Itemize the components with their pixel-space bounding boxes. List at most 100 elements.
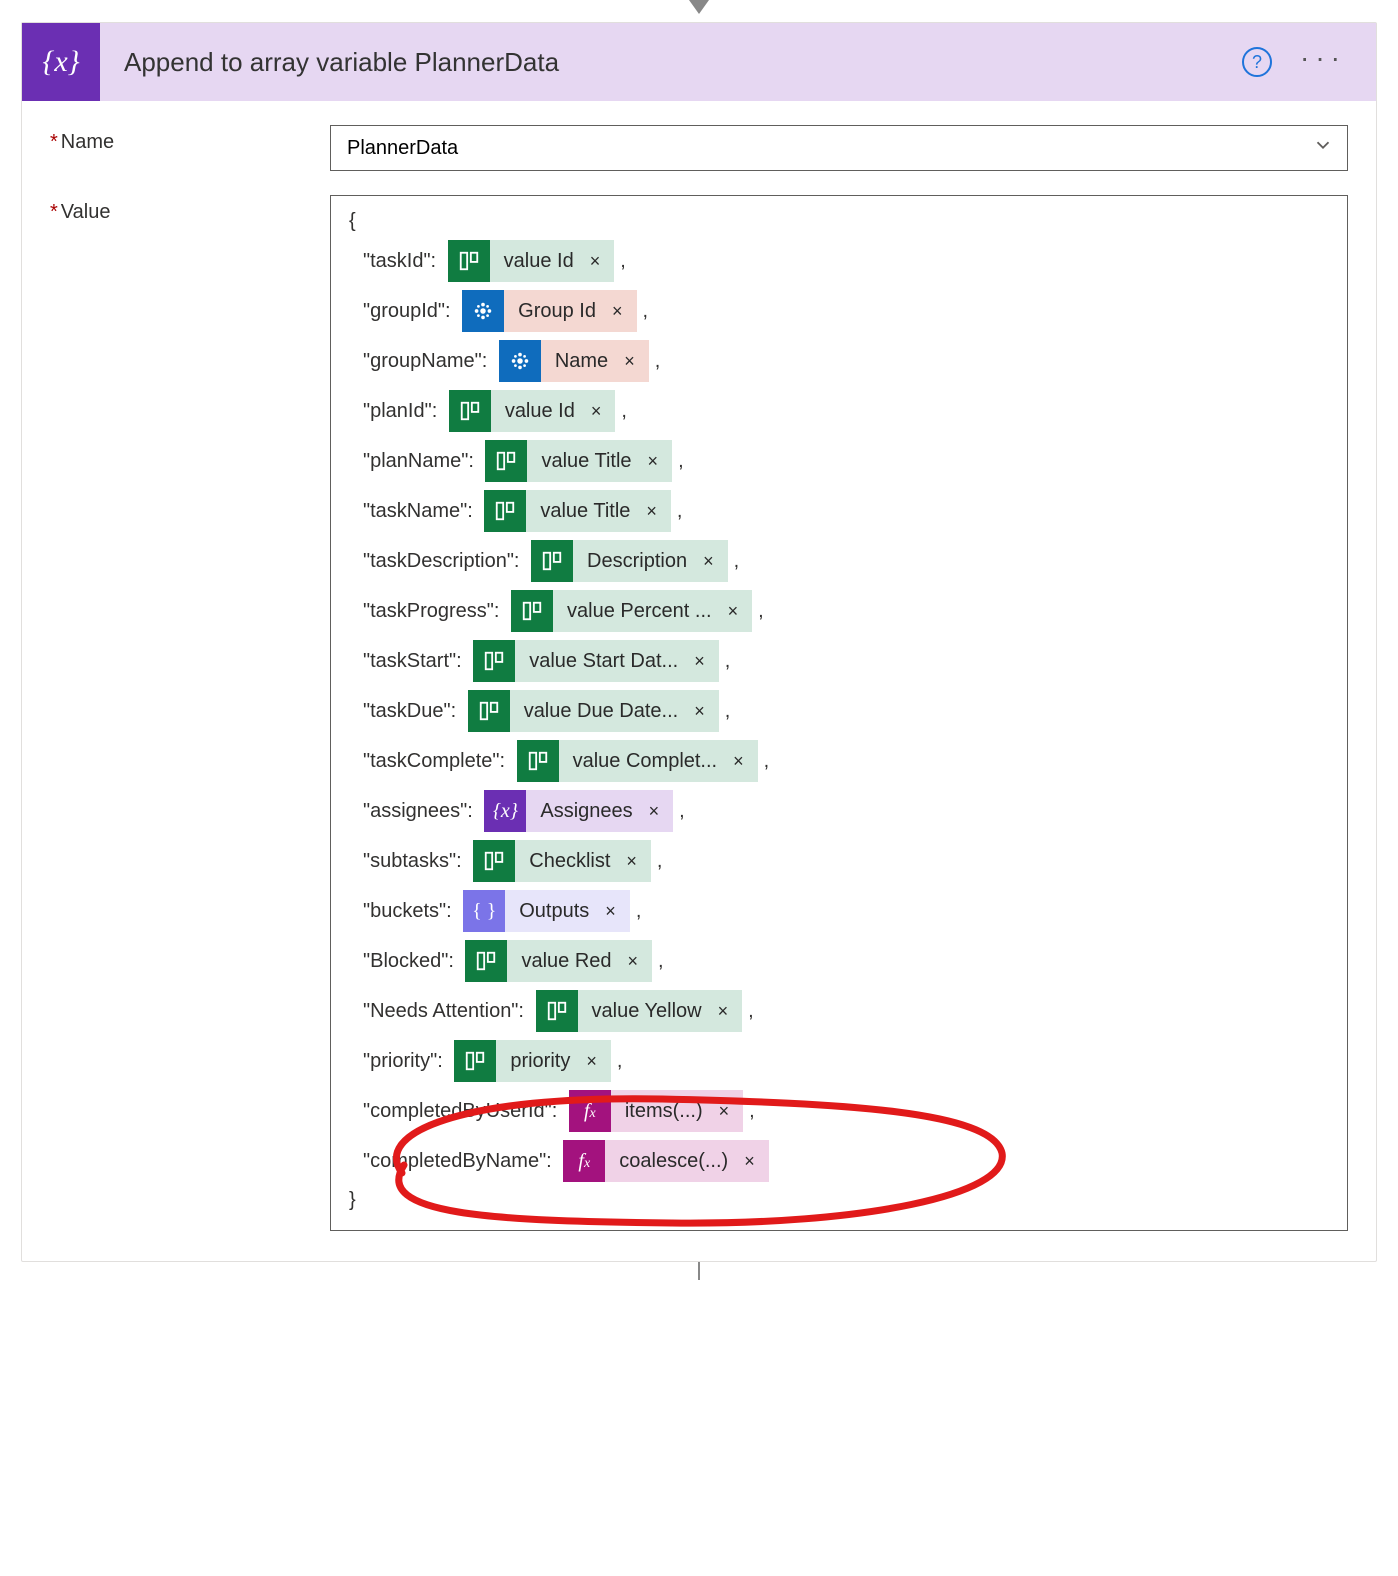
json-comma: , bbox=[658, 950, 664, 973]
json-key: "taskComplete": bbox=[363, 750, 511, 773]
planner-icon bbox=[484, 490, 526, 532]
groups-icon bbox=[462, 290, 504, 332]
json-key: "buckets": bbox=[363, 900, 457, 923]
brace-close: } bbox=[349, 1189, 1329, 1212]
variable-icon-label: {x} bbox=[42, 45, 79, 79]
planner-icon bbox=[473, 840, 515, 882]
json-comma: , bbox=[679, 800, 685, 823]
json-key: "taskStart": bbox=[363, 650, 467, 673]
token-remove-icon[interactable]: × bbox=[622, 340, 649, 382]
token-label: value Yellow bbox=[578, 990, 716, 1032]
token-label: value Percent ... bbox=[553, 590, 726, 632]
json-row: "groupName": Name×, bbox=[349, 339, 1329, 383]
json-key: "taskDue": bbox=[363, 700, 462, 723]
groups-icon bbox=[499, 340, 541, 382]
token-label: value Title bbox=[527, 440, 645, 482]
json-key: "completedByUserId": bbox=[363, 1100, 563, 1123]
dynamic-content-token[interactable]: priority× bbox=[454, 1040, 611, 1082]
card-header[interactable]: {x} Append to array variable PlannerData… bbox=[22, 23, 1376, 101]
dynamic-content-token[interactable]: Description× bbox=[531, 540, 728, 582]
json-key: "Blocked": bbox=[363, 950, 459, 973]
json-key: "taskName": bbox=[363, 500, 478, 523]
name-input[interactable] bbox=[330, 125, 1348, 171]
token-remove-icon[interactable]: × bbox=[624, 840, 651, 882]
outputs-icon: { } bbox=[463, 890, 505, 932]
json-row: "groupId": Group Id×, bbox=[349, 289, 1329, 333]
token-remove-icon[interactable]: × bbox=[588, 240, 615, 282]
dynamic-content-token[interactable]: fxcoalesce(...)× bbox=[563, 1140, 768, 1182]
dynamic-content-token[interactable]: Checklist× bbox=[473, 840, 651, 882]
token-label: value Title bbox=[526, 490, 644, 532]
value-label: *Value bbox=[50, 195, 330, 224]
dynamic-content-token[interactable]: { }Outputs× bbox=[463, 890, 630, 932]
json-comma: , bbox=[620, 250, 626, 273]
token-label: priority bbox=[496, 1040, 584, 1082]
json-key: "planName": bbox=[363, 450, 479, 473]
token-remove-icon[interactable]: × bbox=[716, 990, 743, 1032]
json-comma: , bbox=[749, 1100, 755, 1123]
fx-icon: fx bbox=[563, 1140, 605, 1182]
token-remove-icon[interactable]: × bbox=[742, 1140, 769, 1182]
action-title: Append to array variable PlannerData bbox=[100, 47, 1242, 78]
dynamic-content-token[interactable]: value Percent ...× bbox=[511, 590, 752, 632]
json-key: "completedByName": bbox=[363, 1150, 557, 1173]
token-remove-icon[interactable]: × bbox=[610, 290, 637, 332]
token-remove-icon[interactable]: × bbox=[644, 490, 671, 532]
token-remove-icon[interactable]: × bbox=[701, 540, 728, 582]
token-label: items(...) bbox=[611, 1090, 717, 1132]
json-row: "Blocked": value Red×, bbox=[349, 939, 1329, 983]
value-editor[interactable]: { "taskId": value Id×,"groupId": Group I… bbox=[330, 195, 1348, 1231]
dynamic-content-token[interactable]: Name× bbox=[499, 340, 649, 382]
name-label: *Name bbox=[50, 125, 330, 154]
token-remove-icon[interactable]: × bbox=[646, 440, 673, 482]
json-comma: , bbox=[655, 350, 661, 373]
token-remove-icon[interactable]: × bbox=[717, 1090, 744, 1132]
json-row: "completedByUserId": fxitems(...)×, bbox=[349, 1089, 1329, 1133]
token-remove-icon[interactable]: × bbox=[692, 690, 719, 732]
json-row: "buckets": { }Outputs×, bbox=[349, 889, 1329, 933]
token-label: value Id bbox=[491, 390, 589, 432]
dynamic-content-token[interactable]: value Due Date...× bbox=[468, 690, 719, 732]
dynamic-content-token[interactable]: value Title× bbox=[484, 490, 671, 532]
token-label: value Complet... bbox=[559, 740, 732, 782]
json-key: "groupName": bbox=[363, 350, 493, 373]
token-remove-icon[interactable]: × bbox=[647, 790, 674, 832]
token-remove-icon[interactable]: × bbox=[726, 590, 753, 632]
dynamic-content-token[interactable]: value Yellow× bbox=[536, 990, 743, 1032]
json-key: "assignees": bbox=[363, 800, 478, 823]
json-row: "assignees": {x}Assignees×, bbox=[349, 789, 1329, 833]
token-remove-icon[interactable]: × bbox=[603, 890, 630, 932]
token-label: value Red bbox=[507, 940, 625, 982]
token-remove-icon[interactable]: × bbox=[626, 940, 653, 982]
token-label: Name bbox=[541, 340, 622, 382]
json-comma: , bbox=[725, 650, 731, 673]
planner-icon bbox=[511, 590, 553, 632]
more-menu-icon[interactable]: ··· bbox=[1300, 58, 1346, 66]
brace-open: { bbox=[349, 210, 1329, 233]
token-label: Outputs bbox=[505, 890, 603, 932]
planner-icon bbox=[517, 740, 559, 782]
json-row: "taskComplete": value Complet...×, bbox=[349, 739, 1329, 783]
token-remove-icon[interactable]: × bbox=[731, 740, 758, 782]
dynamic-content-token[interactable]: value Title× bbox=[485, 440, 672, 482]
json-key: "planId": bbox=[363, 400, 443, 423]
token-remove-icon[interactable]: × bbox=[692, 640, 719, 682]
dynamic-content-token[interactable]: value Id× bbox=[448, 240, 615, 282]
json-row: "planId": value Id×, bbox=[349, 389, 1329, 433]
planner-icon bbox=[454, 1040, 496, 1082]
token-remove-icon[interactable]: × bbox=[584, 1040, 611, 1082]
var-icon: {x} bbox=[484, 790, 526, 832]
dynamic-content-token[interactable]: {x}Assignees× bbox=[484, 790, 673, 832]
planner-icon bbox=[485, 440, 527, 482]
help-icon[interactable]: ? bbox=[1242, 47, 1272, 77]
dynamic-content-token[interactable]: value Red× bbox=[465, 940, 652, 982]
dynamic-content-token[interactable]: Group Id× bbox=[462, 290, 636, 332]
dynamic-content-token[interactable]: fxitems(...)× bbox=[569, 1090, 743, 1132]
dynamic-content-token[interactable]: value Complet...× bbox=[517, 740, 758, 782]
name-select[interactable] bbox=[330, 125, 1348, 171]
json-key: "groupId": bbox=[363, 300, 456, 323]
dynamic-content-token[interactable]: value Start Dat...× bbox=[473, 640, 718, 682]
json-key: "subtasks": bbox=[363, 850, 467, 873]
dynamic-content-token[interactable]: value Id× bbox=[449, 390, 616, 432]
token-remove-icon[interactable]: × bbox=[589, 390, 616, 432]
